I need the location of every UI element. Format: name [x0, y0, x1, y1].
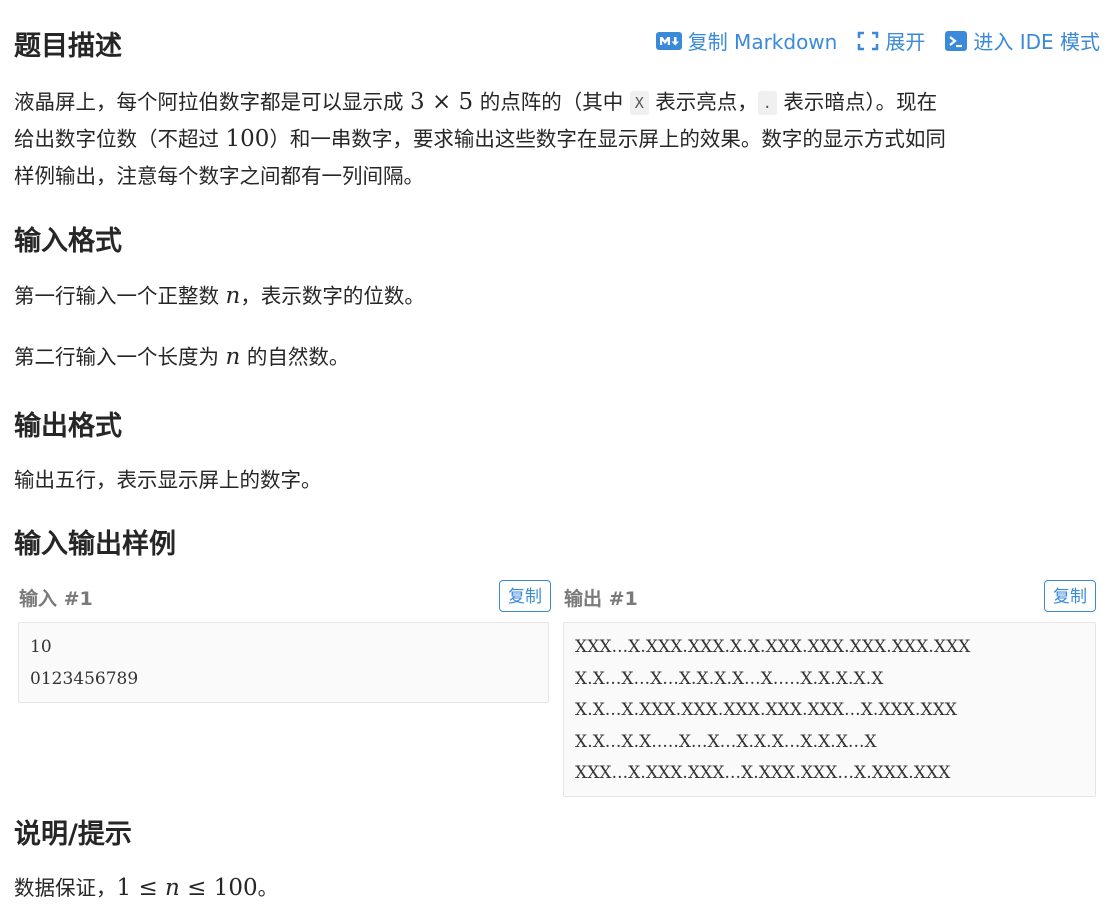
text: 第一行输入一个正整数 — [14, 284, 226, 308]
toolbar: 复制 Markdown 展开 进入 IDE 模式 — [655, 26, 1100, 55]
math-upper: ≤ 100 — [179, 875, 258, 901]
ide-mode-label: 进入 IDE 模式 — [973, 30, 1100, 54]
description-body: 液晶屏上，每个阿拉伯数字都是可以显示成 3 × 5 的点阵的（其中 X 表示亮点… — [14, 84, 1100, 195]
math-var-n: n — [165, 875, 180, 901]
description-text: 液晶屏上，每个阿拉伯数字都是可以显示成 — [14, 90, 411, 114]
expand-button[interactable]: 展开 — [857, 26, 925, 55]
hint-title: 说明/提示 — [14, 819, 132, 850]
expand-icon — [858, 31, 879, 50]
input-format-line2: 第二行输入一个长度为 n 的自然数。 — [14, 339, 349, 376]
inline-code-dot: . — [757, 91, 777, 115]
description-text: 表示暗点）。现在 — [776, 90, 938, 114]
description-text: ）和一串数字，要求输出这些数字在显示屏上的效果。数字的显示方式如同 — [269, 127, 946, 151]
sample-output-label: 输出 #1 — [564, 588, 638, 610]
copy-output-button[interactable]: 复制 — [1044, 580, 1096, 612]
sample-input-code[interactable]: 10 0123456789 — [18, 622, 549, 703]
text: 的自然数。 — [240, 345, 350, 369]
description-text: 表示亮点， — [648, 90, 758, 114]
description-text: 的点阵的（其中 — [473, 90, 630, 114]
sample-input-header: 输入 #1 复制 — [18, 580, 551, 620]
math-dims: 3 × 5 — [410, 89, 474, 115]
output-format-title: 输出格式 — [14, 411, 122, 442]
copy-markdown-button[interactable]: 复制 Markdown — [655, 26, 838, 55]
hint-text: 数据保证，1 ≤ n ≤ 100。 — [14, 870, 278, 907]
text: 第二行输入一个长度为 — [14, 345, 226, 369]
input-format-line1: 第一行输入一个正整数 n，表示数字的位数。 — [14, 278, 425, 315]
description-text: 给出数字位数（不超过 — [14, 127, 226, 151]
sample-io: 输入 #1 复制 10 0123456789 输出 #1 复制 XXX...X.… — [18, 580, 1100, 798]
sample-output-header: 输出 #1 复制 — [563, 580, 1096, 620]
description-title: 题目描述 — [14, 31, 122, 62]
sample-input-label: 输入 #1 — [19, 588, 93, 610]
sample-input: 输入 #1 复制 10 0123456789 — [18, 580, 551, 703]
expand-label: 展开 — [885, 30, 926, 54]
markdown-icon — [655, 31, 682, 50]
terminal-icon — [945, 30, 968, 51]
ide-mode-button[interactable]: 进入 IDE 模式 — [945, 26, 1100, 55]
input-format-title: 输入格式 — [14, 226, 122, 257]
sample-output-code[interactable]: XXX...X.XXX.XXX.X.X.XXX.XXX.XXX.XXX.XXX … — [563, 622, 1096, 797]
math-limit: 100 — [225, 126, 270, 152]
copy-input-button[interactable]: 复制 — [499, 580, 551, 612]
math-lower: 1 ≤ — [116, 875, 166, 901]
math-var-n: n — [225, 344, 241, 370]
problem-page: 题目描述 复制 Markdown 展开 进入 IDE 模式 液晶屏上，每个阿拉伯… — [14, 0, 1100, 901]
description-text: 样例输出，注意每个数字之间都有一列间隔。 — [14, 164, 424, 188]
text: ，表示数字的位数。 — [240, 284, 425, 308]
output-format-text: 输出五行，表示显示屏上的数字。 — [14, 468, 322, 492]
inline-code-x: X — [629, 91, 649, 115]
samples-title: 输入输出样例 — [14, 529, 176, 560]
sample-output: 输出 #1 复制 XXX...X.XXX.XXX.X.X.XXX.XXX.XXX… — [563, 580, 1096, 797]
text: 。 — [257, 876, 279, 900]
copy-markdown-label: 复制 Markdown — [687, 30, 838, 54]
text: 数据保证， — [14, 876, 117, 900]
description-paragraph: 液晶屏上，每个阿拉伯数字都是可以显示成 3 × 5 的点阵的（其中 X 表示亮点… — [14, 84, 1100, 195]
math-var-n: n — [225, 283, 241, 309]
description-header: 题目描述 复制 Markdown 展开 进入 IDE 模式 — [14, 0, 1100, 84]
